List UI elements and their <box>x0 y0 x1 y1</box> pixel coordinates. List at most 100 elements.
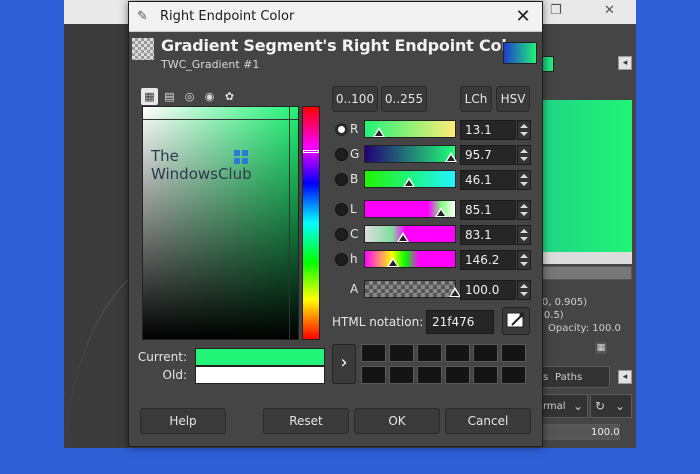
history-color-slot[interactable] <box>445 344 470 362</box>
channel-slider-r[interactable] <box>364 120 456 138</box>
history-color-slot[interactable] <box>501 344 526 362</box>
channel-spinner-g[interactable] <box>517 145 531 165</box>
opacity-text: Opacity: 100.0 <box>548 323 621 334</box>
channel-spinner-l[interactable] <box>517 200 531 220</box>
tab-wheel-selector[interactable]: ◉ <box>201 88 218 105</box>
crosshair-vertical <box>289 107 290 339</box>
reset-button[interactable]: Reset <box>263 408 349 434</box>
spin-up-icon[interactable] <box>520 229 528 233</box>
tab-palette-selector[interactable]: ✿ <box>221 88 238 105</box>
slider-marker[interactable] <box>373 127 385 137</box>
spin-down-icon[interactable] <box>520 157 528 161</box>
help-button[interactable]: Help <box>140 408 226 434</box>
history-color-slot[interactable] <box>417 344 442 362</box>
saturation-value-area[interactable]: The WindowsClub <box>142 106 299 340</box>
slider-marker[interactable] <box>387 257 399 267</box>
lch-button[interactable]: LCh <box>460 86 492 112</box>
history-color-slot[interactable] <box>501 366 526 384</box>
html-notation-input[interactable]: 21f476 <box>426 310 494 334</box>
spin-down-icon[interactable] <box>520 262 528 266</box>
close-icon[interactable]: ✕ <box>604 3 615 18</box>
channel-radio-c[interactable] <box>335 228 348 241</box>
ok-button[interactable]: OK <box>354 408 440 434</box>
channel-value-r[interactable]: 13.1 <box>460 120 516 140</box>
panel-menu-icon-2[interactable]: ◂ <box>618 370 632 384</box>
channel-value-h[interactable]: 146.2 <box>460 250 516 270</box>
channel-radio-b[interactable] <box>335 173 348 186</box>
spin-up-icon[interactable] <box>520 254 528 258</box>
channel-spinner-a[interactable] <box>517 280 531 300</box>
tab-gimp-selector[interactable]: ▦ <box>141 88 158 105</box>
reset-select[interactable]: ↻ ⌄ <box>590 394 632 418</box>
channel-spinner-r[interactable] <box>517 120 531 140</box>
tab-paths[interactable]: Paths <box>555 372 582 383</box>
channel-label-a: A <box>350 282 359 296</box>
slider-marker[interactable] <box>403 177 415 187</box>
slider-marker[interactable] <box>435 207 447 217</box>
close-icon[interactable]: ✕ <box>512 6 534 28</box>
current-color-swatch <box>195 348 325 366</box>
history-color-slot[interactable] <box>389 366 414 384</box>
hsv-button[interactable]: HSV <box>496 86 530 112</box>
channel-value-b[interactable]: 46.1 <box>460 170 516 190</box>
history-color-slot[interactable] <box>389 344 414 362</box>
spin-up-icon[interactable] <box>520 174 528 178</box>
range-0-255-button[interactable]: 0..255 <box>381 86 427 112</box>
tab-triangle-selector[interactable]: ◎ <box>181 88 198 105</box>
channel-label-b: B <box>350 172 359 186</box>
channel-slider-g[interactable] <box>364 145 457 163</box>
hue-bar[interactable] <box>302 106 320 340</box>
hue-marker[interactable] <box>303 150 319 153</box>
channel-value-g[interactable]: 95.7 <box>460 145 516 165</box>
history-color-slot[interactable] <box>473 366 498 384</box>
dialog-title: Right Endpoint Color <box>160 9 295 24</box>
coordinate-text-2: (0.5) <box>540 310 564 321</box>
channel-spinner-c[interactable] <box>517 225 531 245</box>
channel-value-c[interactable]: 83.1 <box>460 225 516 245</box>
channel-slider-h[interactable] <box>364 250 456 268</box>
cancel-button[interactable]: Cancel <box>445 408 531 434</box>
history-color-slot[interactable] <box>473 344 498 362</box>
spin-up-icon[interactable] <box>520 284 528 288</box>
tab-s[interactable]: s <box>543 372 548 383</box>
opacity-value: 100.0 <box>591 427 620 438</box>
spin-down-icon[interactable] <box>520 132 528 136</box>
spin-down-icon[interactable] <box>520 237 528 241</box>
channel-radio-h[interactable] <box>335 253 348 266</box>
channel-slider-l[interactable] <box>364 200 456 218</box>
history-color-slot[interactable] <box>445 366 470 384</box>
channel-slider-c[interactable] <box>364 225 456 243</box>
history-color-slot[interactable] <box>417 366 442 384</box>
channel-label-r: R <box>350 122 359 136</box>
channel-radio-g[interactable] <box>335 148 348 161</box>
spin-down-icon[interactable] <box>520 212 528 216</box>
range-0-100-button[interactable]: 0..100 <box>332 86 378 112</box>
channel-spinner-h[interactable] <box>517 250 531 270</box>
history-color-slot[interactable] <box>361 344 386 362</box>
mode-select[interactable]: rmal ⌄ <box>540 394 588 418</box>
opacity-slider[interactable]: 100.0 <box>540 424 620 440</box>
channel-slider-b[interactable] <box>364 170 456 188</box>
spin-down-icon[interactable] <box>520 292 528 296</box>
channel-label-g: G <box>350 147 360 161</box>
restore-icon[interactable]: ❐ <box>550 3 562 18</box>
channel-radio-l[interactable] <box>335 203 348 216</box>
grid-icon[interactable]: ▦ <box>594 341 608 355</box>
slider-marker[interactable] <box>397 232 409 242</box>
tab-cmyk-selector[interactable]: ▤ <box>161 88 178 105</box>
panel-menu-icon[interactable]: ◂ <box>618 56 632 70</box>
add-to-history-button[interactable]: › <box>332 344 356 384</box>
slider-marker[interactable] <box>445 152 457 162</box>
channel-spinner-b[interactable] <box>517 170 531 190</box>
history-color-slot[interactable] <box>361 366 386 384</box>
eyedropper-button[interactable] <box>502 307 530 335</box>
channel-value-a[interactable]: 100.0 <box>460 280 516 300</box>
channel-slider-a[interactable] <box>364 280 461 298</box>
spin-down-icon[interactable] <box>520 182 528 186</box>
channel-value-l[interactable]: 85.1 <box>460 200 516 220</box>
spin-up-icon[interactable] <box>520 149 528 153</box>
spin-up-icon[interactable] <box>520 204 528 208</box>
channel-radio-r[interactable] <box>335 123 348 136</box>
spin-up-icon[interactable] <box>520 124 528 128</box>
chevron-down-icon: ⌄ <box>573 399 584 413</box>
